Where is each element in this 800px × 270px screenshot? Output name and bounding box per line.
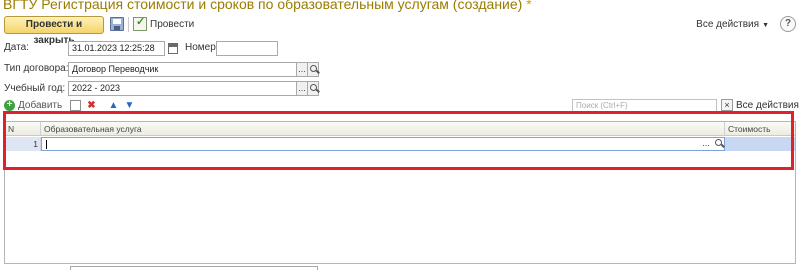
toolbar-separator	[128, 17, 129, 32]
number-field[interactable]	[216, 41, 278, 56]
window-title-text: ВГТУ Регистрация стоимости и сроков по о…	[3, 0, 523, 12]
move-up-icon[interactable]: ▲	[108, 100, 119, 111]
highlight-annotation	[3, 111, 794, 170]
comment-field[interactable]	[70, 266, 318, 270]
post-and-close-button[interactable]: Провести и закрыть	[4, 16, 104, 46]
academic-year-open-button[interactable]	[307, 81, 319, 96]
copy-icon[interactable]	[70, 100, 81, 111]
clear-search-icon[interactable]: ×	[721, 99, 733, 111]
date-field[interactable]: 31.01.2023 12:25:28	[68, 41, 165, 56]
number-label: Номер:	[185, 42, 219, 53]
calendar-icon[interactable]	[168, 43, 178, 54]
academic-year-field[interactable]: 2022 - 2023	[68, 81, 297, 96]
search-icon	[309, 65, 317, 72]
contract-type-field[interactable]: Договор Переводчик	[68, 62, 297, 77]
chevron-down-icon: ▼	[762, 22, 769, 29]
post-icon[interactable]	[133, 15, 147, 31]
all-actions-menu[interactable]: Все действия ▼	[696, 18, 769, 33]
save-icon[interactable]	[110, 17, 124, 31]
search-icon	[309, 84, 317, 91]
post-button-label[interactable]: Провести	[150, 18, 194, 32]
contract-type-label: Тип договора:	[4, 63, 69, 74]
move-down-icon[interactable]: ▼	[124, 100, 135, 111]
contract-type-open-button[interactable]	[307, 62, 319, 77]
help-icon[interactable]: ?	[780, 16, 796, 32]
delete-icon[interactable]: ✖	[86, 100, 97, 111]
add-icon[interactable]: +	[4, 100, 15, 111]
window-title: ВГТУ Регистрация стоимости и сроков по о…	[3, 0, 532, 14]
all-actions-label: Все действия	[696, 19, 760, 30]
form-toolbar: Провести и закрыть Провести Все действия…	[4, 15, 796, 46]
modified-marker: *	[526, 0, 532, 12]
academic-year-label: Учебный год:	[4, 83, 66, 94]
date-label: Дата:	[4, 42, 29, 53]
table-all-actions-label: Все действия	[736, 100, 799, 111]
